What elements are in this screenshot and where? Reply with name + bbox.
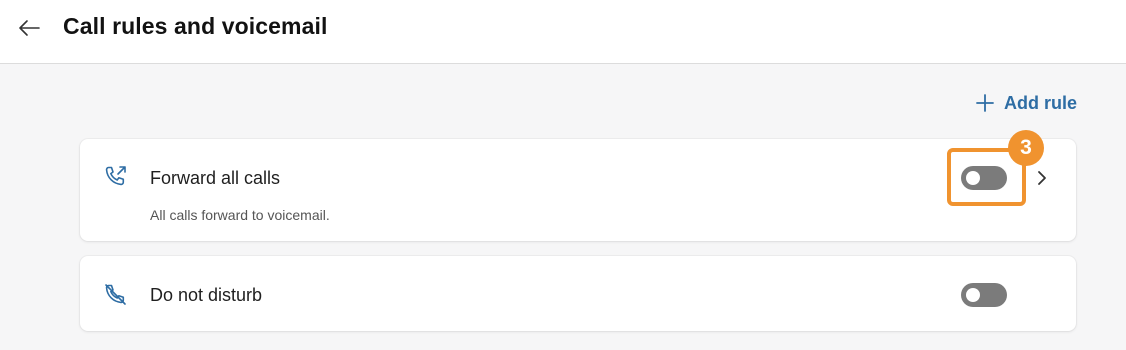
- page-title: Call rules and voicemail: [63, 13, 328, 39]
- top-bar: Call rules and voicemail: [0, 0, 1126, 64]
- rule-card-forward-all-calls[interactable]: Forward all calls All calls forward to v…: [80, 139, 1076, 241]
- back-button[interactable]: [14, 14, 44, 42]
- toggle-knob: [966, 288, 980, 302]
- phone-muted-icon: [105, 284, 126, 305]
- rule-title: Forward all calls: [150, 168, 281, 188]
- rule-subtitle: All calls forward to voicemail.: [150, 207, 330, 223]
- phone-forward-icon: [105, 166, 126, 186]
- arrow-left-icon: [19, 20, 40, 36]
- rule-title: Do not disturb: [150, 285, 263, 305]
- rule-card-do-not-disturb[interactable]: Do not disturb: [80, 256, 1076, 331]
- step-number-badge: 3: [1008, 130, 1044, 166]
- add-rule-label: Add rule: [1004, 92, 1078, 113]
- plus-icon: [976, 94, 994, 112]
- chevron-right-icon[interactable]: [1032, 167, 1052, 189]
- do-not-disturb-toggle[interactable]: [961, 283, 1007, 307]
- add-rule-button[interactable]: Add rule: [974, 90, 1077, 116]
